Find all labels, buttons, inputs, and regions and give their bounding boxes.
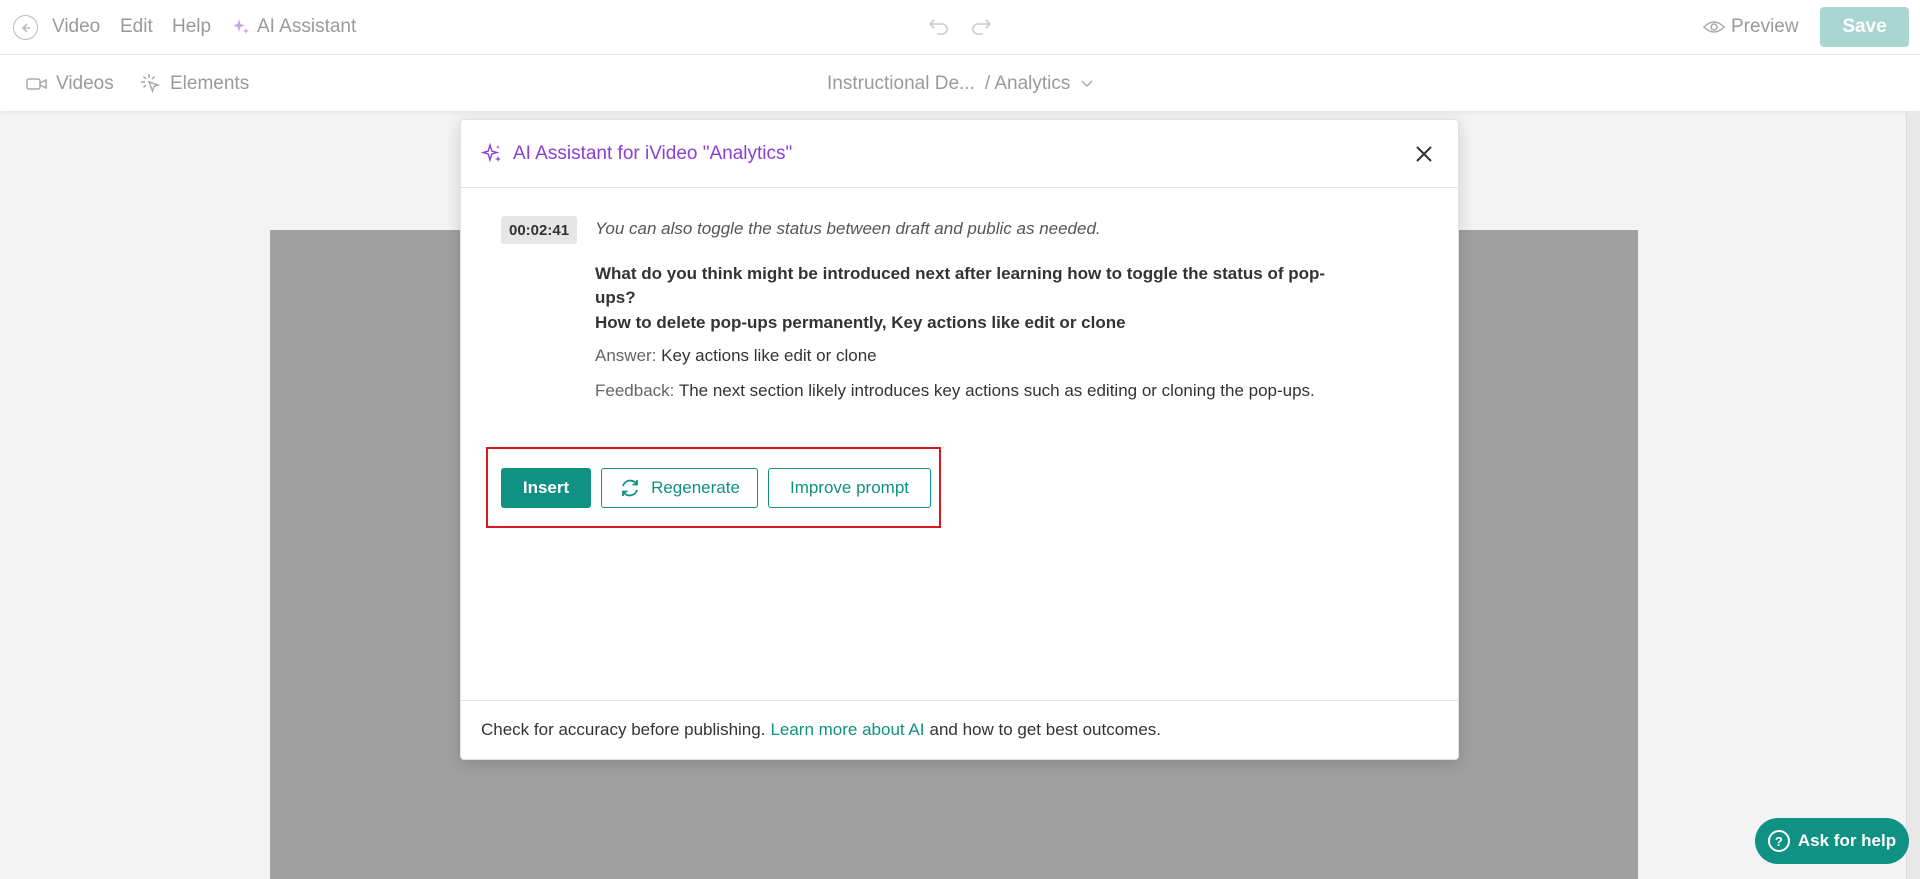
answer-row: Answer: Key actions like edit or clone [595,346,877,366]
ask-for-help-button[interactable]: ? Ask for help [1755,818,1909,864]
ai-assistant-dialog: AI Assistant for iVideo "Analytics" 00:0… [460,119,1459,760]
elements-label: Elements [170,73,250,94]
undo-icon[interactable] [928,16,950,36]
dialog-footer: Check for accuracy before publishing. Le… [461,700,1458,759]
menu-edit[interactable]: Edit [120,16,153,38]
breadcrumb-video: / Analytics [984,73,1071,94]
top-menu-bar: Video Edit Help AI Assistant Preview Sav… [0,0,1920,55]
menu-video[interactable]: Video [52,16,100,38]
feedback-row: Feedback: The next section likely introd… [595,381,1315,401]
feedback-value: The next section likely introduces key a… [678,381,1315,400]
question-text: What do you think might be introduced ne… [595,264,1326,307]
learn-more-link[interactable]: Learn more about AI [770,720,924,740]
menu-ai-assistant-label: AI Assistant [257,16,357,37]
answer-options: How to delete pop-ups permanently, Key a… [595,313,1126,332]
breadcrumb[interactable]: Instructional De... / Analytics [827,73,1094,95]
sparkle-icon [481,142,501,162]
insert-button[interactable]: Insert [501,468,591,508]
feedback-label: Feedback: [595,381,675,400]
video-camera-icon [26,78,47,90]
breadcrumb-project[interactable]: Instructional De... [827,73,975,95]
videos-label: Videos [56,73,114,94]
eye-icon [1703,21,1725,33]
videos-tab[interactable]: Videos [26,73,114,95]
timestamp-badge: 00:02:41 [501,216,578,244]
elements-tab[interactable]: Elements [140,73,249,95]
footer-text-end: and how to get best outcomes. [929,720,1162,739]
menu-help[interactable]: Help [172,16,211,38]
save-button[interactable]: Save [1820,7,1909,47]
ask-for-help-label: Ask for help [1797,831,1897,850]
refresh-icon [622,479,638,497]
answer-value: Key actions like edit or clone [661,346,877,365]
footer-text: Check for accuracy before publishing. [481,720,766,739]
redo-icon[interactable] [970,16,992,36]
chevron-down-icon[interactable] [1080,79,1094,89]
transcript-text: You can also toggle the status between d… [595,219,1101,238]
question-icon: ? [1767,830,1790,852]
dialog-title: AI Assistant for iVideo "Analytics" [513,142,793,164]
preview-label: Preview [1731,16,1799,37]
answer-label: Answer: [595,346,657,365]
close-icon[interactable] [1412,142,1436,166]
cursor-click-icon [141,74,161,94]
improve-prompt-button[interactable]: Improve prompt [768,468,931,508]
dialog-header: AI Assistant for iVideo "Analytics" [461,120,1458,188]
regenerate-label: Regenerate [651,478,740,497]
preview-button[interactable]: Preview [1703,16,1799,38]
scrollbar[interactable] [1906,111,1920,879]
sparkle-icon [233,19,249,34]
menu-ai-assistant[interactable]: AI Assistant [231,16,356,38]
sub-nav-bar: Videos Elements Instructional De... / An… [0,55,1920,111]
regenerate-button[interactable]: Regenerate [601,468,758,508]
back-icon[interactable] [13,15,38,40]
